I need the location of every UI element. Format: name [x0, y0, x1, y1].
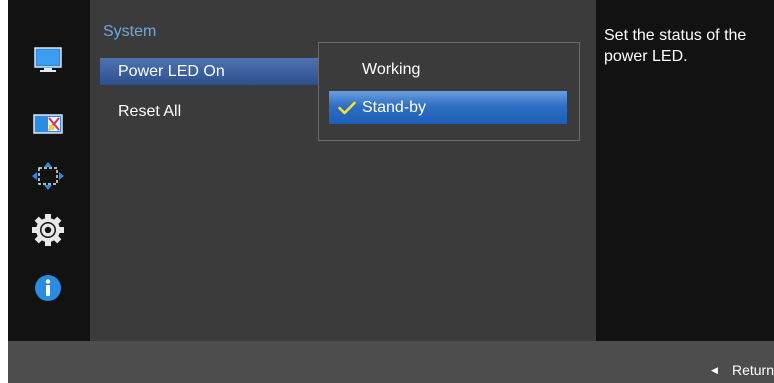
- option-working[interactable]: Working: [329, 53, 567, 86]
- help-description: Set the status of the power LED.: [604, 27, 747, 65]
- size-position-icon[interactable]: [30, 158, 66, 194]
- checkmark-icon: [338, 91, 358, 124]
- footer-bar: ◀ Return: [8, 341, 774, 383]
- picture-icon[interactable]: [30, 42, 66, 78]
- option-label: Stand-by: [362, 99, 427, 116]
- power-led-options-popup: Working Stand-by: [318, 42, 580, 141]
- menu-item-label: Reset All: [118, 103, 182, 120]
- color-icon[interactable]: [30, 106, 66, 142]
- menu-item-label: Power LED On: [118, 63, 225, 80]
- option-label: Working: [362, 61, 421, 78]
- submenu-panel: System Power LED On Reset All Working St…: [90, 0, 596, 341]
- return-label: Return: [731, 362, 774, 378]
- help-panel: Set the status of the power LED.: [596, 0, 774, 341]
- section-title: System: [103, 23, 157, 40]
- return-button[interactable]: ◀ Return: [711, 358, 774, 382]
- option-stand-by[interactable]: Stand-by: [329, 91, 567, 124]
- osd-menu: System Power LED On Reset All Working St…: [8, 0, 774, 383]
- information-icon[interactable]: [30, 270, 66, 306]
- left-arrow-icon: ◀: [711, 364, 718, 375]
- category-sidebar: [8, 0, 90, 341]
- settings-gear-icon[interactable]: [30, 212, 66, 248]
